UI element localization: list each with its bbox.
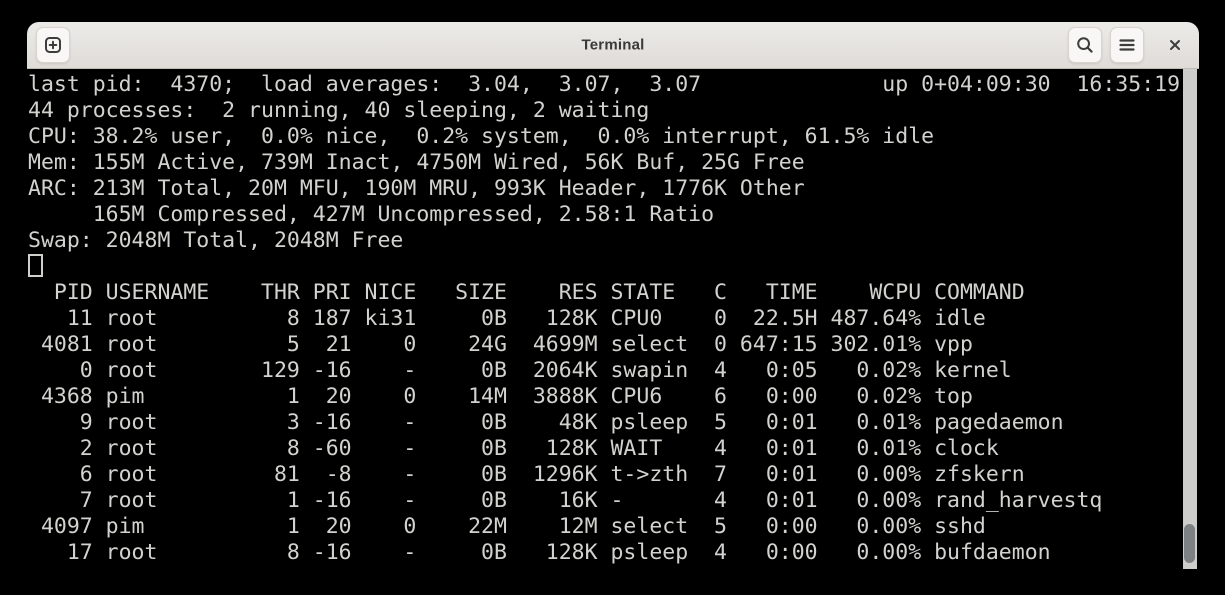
terminal-screen[interactable]: last pid: 4370; load averages: 3.04, 3.0… xyxy=(27,69,1199,569)
menu-button[interactable] xyxy=(1110,27,1144,63)
scrollbar-thumb[interactable] xyxy=(1184,524,1195,563)
titlebar: Terminal xyxy=(27,22,1199,69)
process-table-row: 4081 root 5 21 0 24G 4699M select 0 647:… xyxy=(28,332,1199,358)
process-table-row: 17 root 8 -16 - 0B 128K psleep 4 0:00 0.… xyxy=(28,540,1199,566)
terminal-summary-line: last pid: 4370; load averages: 3.04, 3.0… xyxy=(28,72,1199,98)
terminal-summary-line: Mem: 155M Active, 739M Inact, 4750M Wire… xyxy=(28,150,1199,176)
process-table-row: 7 root 1 -16 - 0B 16K - 4 0:01 0.00% ran… xyxy=(28,488,1199,514)
search-icon xyxy=(1075,35,1095,55)
titlebar-right-controls xyxy=(1068,27,1192,63)
terminal-cursor xyxy=(28,254,43,277)
terminal-summary-line: 165M Compressed, 427M Uncompressed, 2.58… xyxy=(28,202,1199,228)
terminal-window: Terminal xyxy=(27,22,1199,569)
terminal-cursor-line xyxy=(28,254,1199,280)
process-table-row: 4368 pim 1 20 0 14M 3888K CPU6 6 0:00 0.… xyxy=(28,384,1199,410)
window-title: Terminal xyxy=(581,37,644,54)
process-table-row: 11 root 8 187 ki31 0B 128K CPU0 0 22.5H … xyxy=(28,306,1199,332)
terminal-summary-line: CPU: 38.2% user, 0.0% nice, 0.2% system,… xyxy=(28,124,1199,150)
process-table-row: 9 root 3 -16 - 0B 48K psleep 5 0:01 0.01… xyxy=(28,410,1199,436)
process-table-row: 0 root 129 -16 - 0B 2064K swapin 4 0:05 … xyxy=(28,358,1199,384)
process-table-row: 2 root 8 -60 - 0B 128K WAIT 4 0:01 0.01%… xyxy=(28,436,1199,462)
close-button[interactable] xyxy=(1158,27,1192,63)
terminal-summary-line: 44 processes: 2 running, 40 sleeping, 2 … xyxy=(28,98,1199,124)
new-tab-button[interactable] xyxy=(36,27,70,63)
search-button[interactable] xyxy=(1068,27,1102,63)
process-table-row: 4097 pim 1 20 0 22M 12M select 5 0:00 0.… xyxy=(28,514,1199,540)
terminal-summary-line: Swap: 2048M Total, 2048M Free xyxy=(28,228,1199,254)
process-table-row: 6 root 81 -8 - 0B 1296K t->zth 7 0:01 0.… xyxy=(28,462,1199,488)
terminal-summary-line: ARC: 213M Total, 20M MFU, 190M MRU, 993K… xyxy=(28,176,1199,202)
menu-icon xyxy=(1117,35,1137,55)
new-tab-icon xyxy=(43,35,63,55)
titlebar-left-controls xyxy=(36,27,70,63)
close-icon xyxy=(1167,37,1183,53)
process-table-header: PID USERNAME THR PRI NICE SIZE RES STATE… xyxy=(28,280,1199,306)
scrollbar-track[interactable] xyxy=(1183,69,1197,569)
